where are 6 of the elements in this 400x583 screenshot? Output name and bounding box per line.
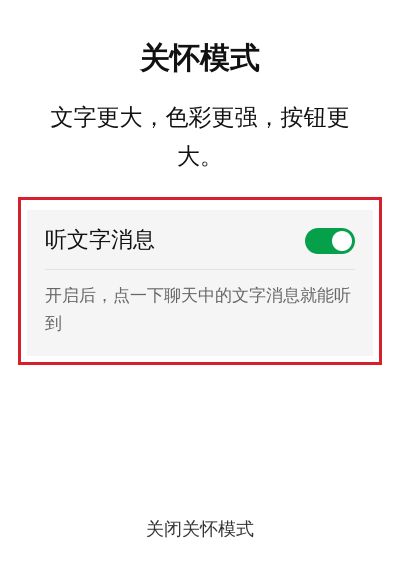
setting-label: 听文字消息 [45, 227, 155, 256]
setting-description: 开启后，点一下聊天中的文字消息就能听到 [45, 269, 355, 338]
page-title: 关怀模式 [140, 40, 260, 78]
close-mode-link[interactable]: 关闭关怀模式 [146, 516, 254, 543]
toggle-switch[interactable] [305, 228, 355, 254]
subtitle: 文字更大，色彩更强，按钮更大。 [50, 104, 350, 172]
